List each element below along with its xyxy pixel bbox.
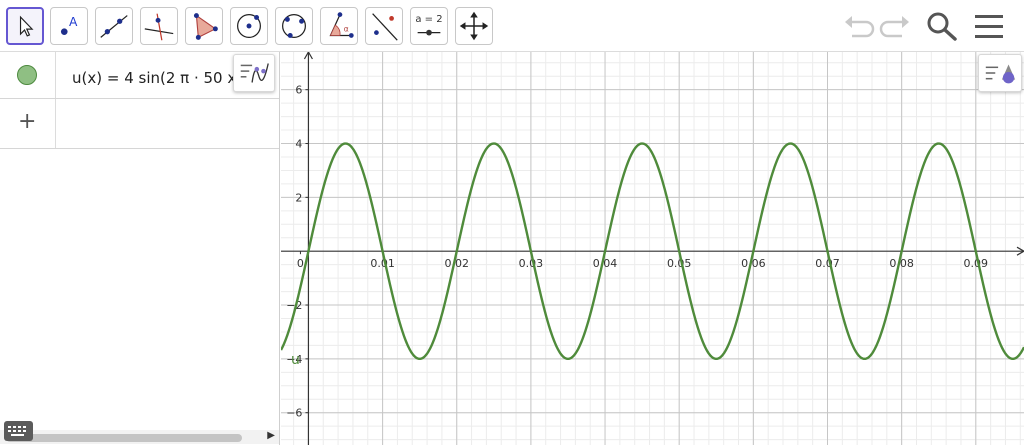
- algebra-row-u[interactable]: u(x) = 4 sin(2 π · 50 x): [0, 52, 279, 99]
- function-plot[interactable]: 0 0.01 0.02 0.03 0.04 0.05 0.06 0.07 0.08 0.09 6 4 2…: [281, 52, 1024, 445]
- line-through-points-icon: [100, 15, 128, 38]
- polygon-tool-button[interactable]: [185, 7, 223, 45]
- scrollbar-thumb[interactable]: [6, 434, 242, 442]
- point-tool-label: A: [69, 15, 78, 29]
- angle-tool-button[interactable]: α: [320, 7, 358, 45]
- perpendicular-line-icon: [144, 13, 174, 41]
- reflect-line-icon: [372, 13, 398, 41]
- point-label-icon: A: [60, 15, 78, 35]
- graphics-style-icon: [985, 64, 1016, 84]
- point-tool-button[interactable]: A: [50, 7, 88, 45]
- arrow-cursor-icon: [19, 15, 34, 37]
- x-tick-label: 0.08: [889, 257, 914, 270]
- x-tick-label: 0.03: [519, 257, 544, 270]
- circle-three-points-tool-button[interactable]: [275, 7, 313, 45]
- graphics-style-bar-button[interactable]: [978, 54, 1022, 92]
- move-tool-button[interactable]: [6, 7, 44, 45]
- keyboard-button[interactable]: [4, 421, 33, 441]
- menu-button[interactable]: [972, 10, 1006, 42]
- angle-icon: α: [329, 12, 354, 38]
- circle-center-point-icon: [237, 14, 261, 38]
- algebra-input-row[interactable]: +: [0, 99, 279, 149]
- keyboard-icon: [8, 426, 26, 436]
- curve-label[interactable]: u: [291, 352, 300, 368]
- search-icon: [927, 12, 957, 41]
- y-tick-label: 6: [295, 84, 302, 97]
- minor-grid: [281, 52, 1024, 445]
- line-tool-button[interactable]: [95, 7, 133, 45]
- perpendicular-tool-button[interactable]: [140, 7, 178, 45]
- redo-icon: [879, 16, 909, 38]
- redo-button[interactable]: [878, 10, 912, 42]
- y-tick-label: 2: [295, 191, 302, 204]
- x-tick-label: 0.02: [444, 257, 469, 270]
- x-tick-label: 0.06: [741, 257, 766, 270]
- function-expression[interactable]: u(x) = 4 sin(2 π · 50 x): [72, 69, 242, 87]
- visibility-cell: [0, 52, 56, 98]
- slider-tool-button[interactable]: a = 2: [410, 7, 448, 45]
- sort-style-icon: [240, 63, 269, 83]
- svg-text:α: α: [344, 25, 349, 34]
- algebra-input-field[interactable]: [57, 99, 279, 148]
- add-cell: +: [0, 99, 56, 148]
- x-tick-label: 0.09: [964, 257, 989, 270]
- horizontal-scrollbar[interactable]: ▶: [0, 430, 279, 444]
- search-button[interactable]: [925, 10, 959, 42]
- visibility-toggle[interactable]: [17, 65, 37, 85]
- x-tick-label: 0.01: [370, 257, 395, 270]
- algebra-view: u(x) = 4 sin(2 π · 50 x) + ▶: [0, 52, 280, 445]
- toolbar: A α a = 2: [0, 0, 1024, 52]
- x-tick-label: 0.04: [593, 257, 618, 270]
- circle-three-points-icon: [282, 14, 306, 38]
- move-graphics-tool-button[interactable]: [455, 7, 493, 45]
- menu-icon: [975, 15, 1003, 38]
- add-icon[interactable]: +: [18, 109, 36, 134]
- x-tick-label: 0.07: [815, 257, 840, 270]
- reflect-tool-button[interactable]: [365, 7, 403, 45]
- x-tick-label: 0: [297, 257, 304, 270]
- circle-tool-button[interactable]: [230, 7, 268, 45]
- polygon-icon: [193, 13, 218, 40]
- undo-button[interactable]: [842, 10, 876, 42]
- scroll-right-arrow-icon[interactable]: ▶: [267, 430, 275, 441]
- move-graphics-icon: [459, 11, 489, 41]
- y-tick-label: 4: [295, 138, 302, 151]
- algebra-style-bar-button[interactable]: [233, 54, 275, 92]
- slider-icon: [417, 29, 441, 36]
- graphics-view[interactable]: 0 0.01 0.02 0.03 0.04 0.05 0.06 0.07 0.08 0.09 6 4 2…: [281, 52, 1024, 445]
- y-tick-label: −6: [286, 407, 302, 420]
- x-tick-label: 0.05: [667, 257, 692, 270]
- undo-icon: [845, 16, 875, 38]
